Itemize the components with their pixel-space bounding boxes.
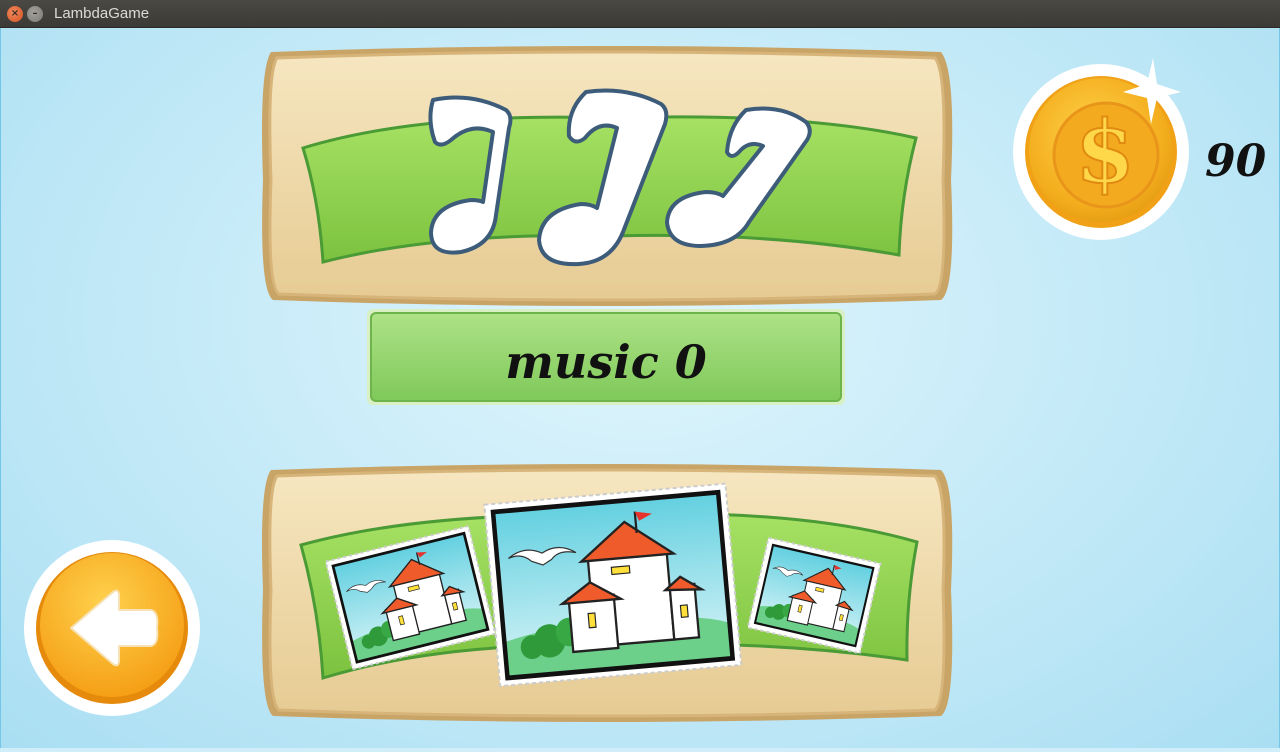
coin-count: 90	[1205, 136, 1267, 187]
current-picture-thumbnail[interactable]	[483, 482, 743, 688]
music-label-text: music 0	[505, 335, 707, 389]
window-minimize-button[interactable]: –	[27, 6, 43, 22]
game-stage: music 0 $ 90	[0, 28, 1280, 748]
house-picture-icon	[493, 492, 733, 678]
window-titlebar: × – LambdaGame	[0, 0, 1280, 28]
category-panel[interactable]	[262, 46, 953, 306]
window-title: LambdaGame	[54, 5, 150, 22]
back-button[interactable]	[24, 540, 200, 716]
minimize-icon: –	[32, 8, 38, 19]
game-canvas: music 0 $ 90	[24, 46, 1267, 722]
coin-counter: $ 90	[1013, 58, 1267, 240]
close-icon: ×	[10, 8, 20, 19]
music-label-button[interactable]: music 0	[367, 309, 845, 405]
coin-symbol: $	[1075, 102, 1135, 203]
window-close-button[interactable]: ×	[7, 6, 23, 22]
